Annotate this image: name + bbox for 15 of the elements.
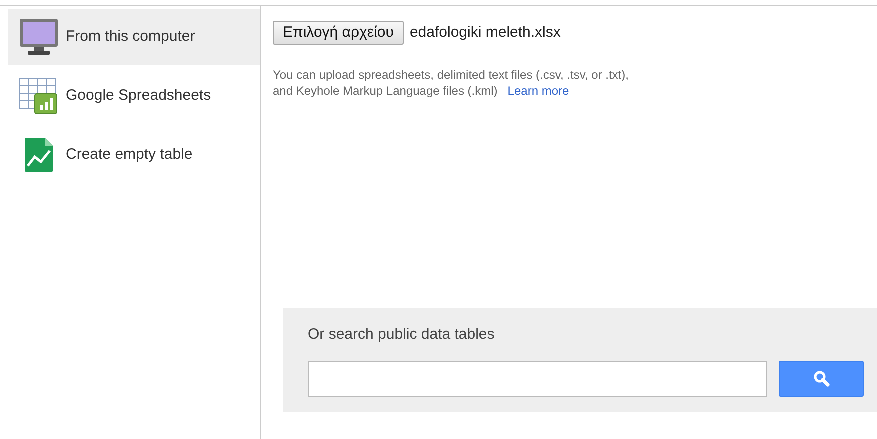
search-field[interactable] xyxy=(308,360,767,396)
spreadsheet-chart-icon xyxy=(19,78,59,114)
sidebar-item[interactable]: From this computer xyxy=(8,9,260,65)
help-text: and Keyhole Markup Language files (.kml) xyxy=(273,83,498,99)
file-name: edafologiki meleth.xlsx xyxy=(410,22,561,43)
help-text: You can upload spreadsheets, delimited text files (.csv, .tsv, or .txt), xyxy=(273,67,629,83)
search-icon xyxy=(812,370,830,388)
search-button[interactable] xyxy=(779,360,864,396)
chart-document-icon xyxy=(24,137,54,173)
choose-file-button[interactable]: Επιλογή αρχείου xyxy=(273,21,404,45)
sidebar-item[interactable]: Google Spreadsheets xyxy=(8,68,260,124)
search-title: Or search public data tables xyxy=(308,325,496,345)
monitor-icon xyxy=(19,18,59,56)
sidebar-item[interactable]: Create empty table xyxy=(8,127,260,183)
learn-more-link[interactable]: Learn more xyxy=(508,83,570,99)
